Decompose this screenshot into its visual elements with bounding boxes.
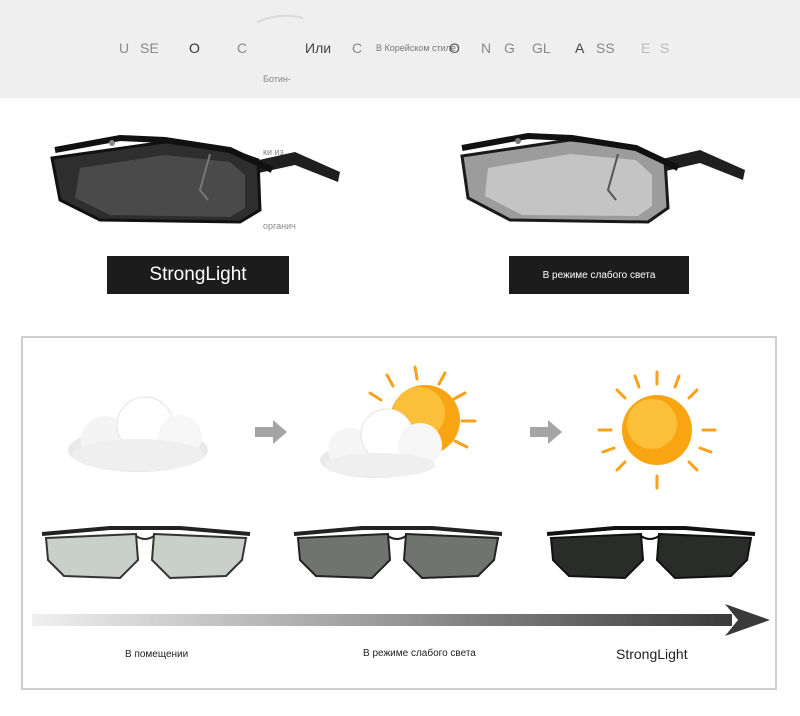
header-banner: U SE O C Или C В Корейском стиле O N G G… <box>0 0 800 98</box>
sunglasses-dark-image <box>50 134 340 224</box>
low-light-label: В режиме слабого света <box>509 256 689 294</box>
header-letter: G <box>504 40 515 56</box>
caption-low-light: В режиме слабого света <box>363 648 476 659</box>
sun-behind-cloud-icon <box>320 365 477 478</box>
header-letter: GL <box>532 40 551 56</box>
header-letter: SS <box>596 40 615 56</box>
header-letter: E <box>641 40 651 56</box>
glasses-low-light-image <box>293 526 503 580</box>
header-word: Или <box>305 40 332 56</box>
cloud-icon <box>68 396 208 472</box>
header-letter: O <box>189 40 200 56</box>
header-letter: U <box>119 40 130 56</box>
sunglasses-light-image <box>460 132 745 224</box>
text-fragment: Ботин- <box>263 74 291 84</box>
glasses-indoor-image <box>41 526 251 580</box>
caption-indoor: В помещении <box>125 649 189 660</box>
sun-icon <box>597 370 717 490</box>
header-swoosh <box>256 14 304 23</box>
header-subtitle: В Корейском стиле <box>376 43 456 53</box>
caption-strong-light: StrongLight <box>616 646 688 662</box>
gradient-transition-arrow <box>32 604 770 636</box>
header-letter: N <box>481 40 492 56</box>
strong-light-label: StrongLight <box>107 256 289 294</box>
header-letter: S <box>660 40 670 56</box>
header-letter: SE <box>140 40 159 56</box>
header-letter: A <box>575 40 585 56</box>
glasses-strong-light-image <box>546 526 756 580</box>
arrow-right-icon <box>530 420 562 444</box>
arrow-right-icon <box>255 420 287 444</box>
header-letter: C <box>352 40 363 56</box>
header-letter: O <box>449 40 460 56</box>
header-letter: C <box>237 40 248 56</box>
